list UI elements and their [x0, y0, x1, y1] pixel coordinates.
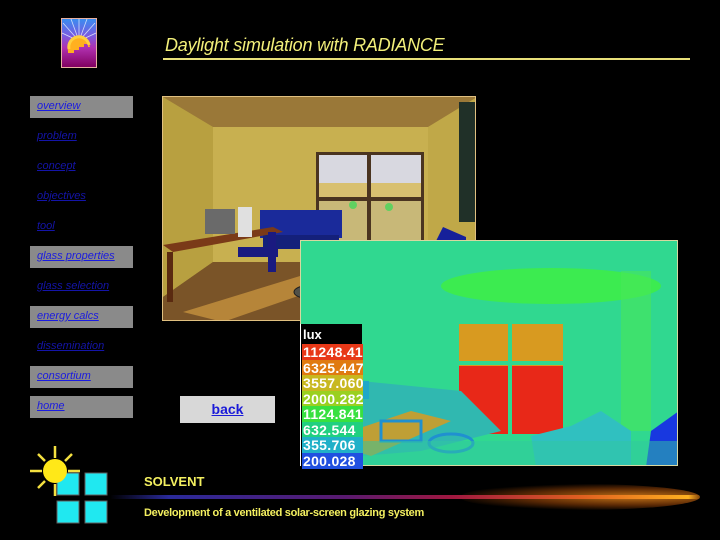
nav-item-problem[interactable]: problem	[30, 126, 133, 148]
nav-item-glass-selection[interactable]: glass selection	[30, 276, 133, 298]
nav-link-consortium[interactable]: consortium	[37, 370, 91, 382]
nav-item-consortium[interactable]: consortium	[30, 366, 133, 388]
nav-link-home[interactable]: home	[37, 400, 65, 412]
legend-value: 200.028	[302, 452, 363, 469]
nav-link-glass-selection[interactable]: glass selection	[37, 280, 109, 292]
nav-link-problem[interactable]: problem	[37, 130, 77, 142]
nav-item-overview[interactable]: overview	[30, 96, 133, 118]
back-button[interactable]: back	[180, 396, 275, 423]
legend-value: 6325.447	[302, 359, 363, 376]
nav-item-glass-properties[interactable]: glass properties	[30, 246, 133, 268]
nav-link-objectives[interactable]: objectives	[37, 190, 86, 202]
nav-item-energy-calcs[interactable]: energy calcs	[30, 306, 133, 328]
legend-value: 2000.282	[302, 390, 363, 407]
nav-item-objectives[interactable]: objectives	[30, 186, 133, 208]
nav-link-concept[interactable]: concept	[37, 160, 76, 172]
legend-value: 11248.413	[302, 344, 363, 360]
legend-value: 3557.060	[302, 375, 363, 391]
nav-link-glass-properties[interactable]: glass properties	[37, 250, 115, 262]
decorative-swoosh	[110, 495, 700, 499]
legend-value: 355.706	[302, 437, 363, 453]
nav-link-dissemination[interactable]: dissemination	[37, 340, 104, 352]
nav-item-concept[interactable]: concept	[30, 156, 133, 178]
nav-link-energy-calcs[interactable]: energy calcs	[37, 310, 99, 322]
title-divider	[163, 58, 690, 60]
legend-value: 632.544	[302, 421, 363, 438]
legend-unit: lux	[303, 327, 322, 342]
radiance-sun-logo-icon	[61, 18, 97, 68]
page-title: Daylight simulation with RADIANCE	[165, 35, 445, 55]
nav-item-tool[interactable]: tool	[30, 216, 133, 238]
nav-link-overview[interactable]: overview	[37, 100, 80, 112]
brand-tagline: Development of a ventilated solar-screen…	[144, 507, 424, 519]
sun-window-logo-icon	[30, 446, 110, 526]
brand-name: SOLVENT	[144, 474, 205, 489]
nav-link-tool[interactable]: tool	[37, 220, 55, 232]
nav-item-home[interactable]: home	[30, 396, 133, 418]
nav-item-dissemination[interactable]: dissemination	[30, 336, 133, 358]
legend-value: 1124.841	[302, 406, 363, 422]
back-link[interactable]: back	[180, 401, 275, 417]
lux-legend: lux 11248.4136325.4473557.0602000.282112…	[300, 324, 363, 469]
